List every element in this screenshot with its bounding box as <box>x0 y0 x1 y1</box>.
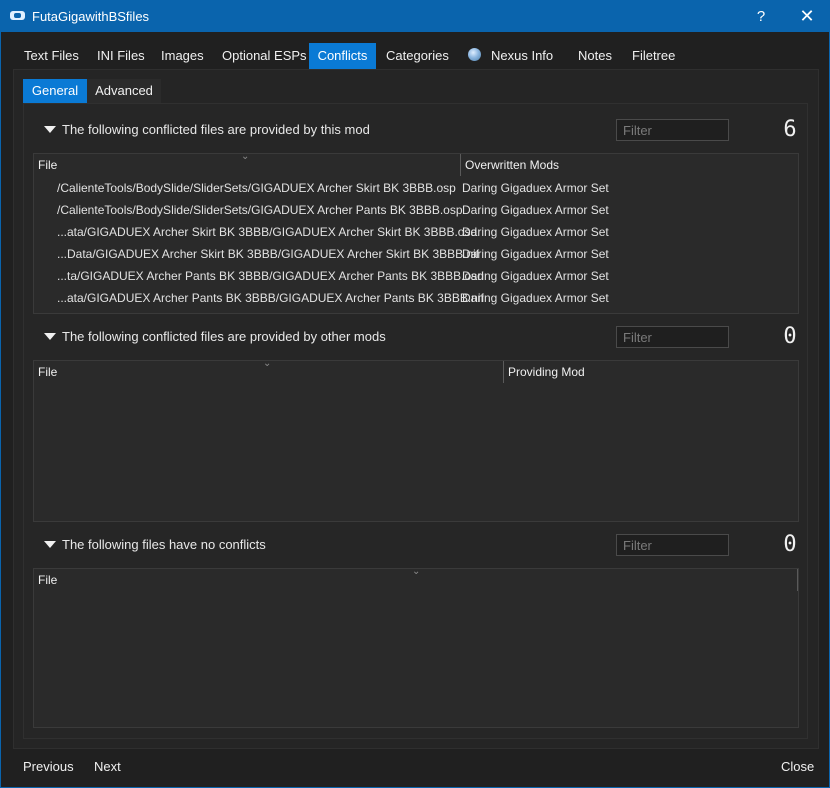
no-conflicts-table[interactable]: File ⌄ <box>33 566 799 728</box>
close-button[interactable]: Close <box>781 757 814 777</box>
file-cell: /CalienteTools/BodySlide/SliderSets/GIGA… <box>57 181 456 195</box>
tab-images[interactable]: Images <box>161 43 204 69</box>
no-conflicts-table-header: File ⌄ <box>34 566 798 591</box>
mod-cell: Daring Gigaduex Armor Set <box>462 269 609 283</box>
table-row[interactable]: ...ata/GIGADUEX Archer Skirt BK 3BBB/GIG… <box>34 221 798 243</box>
provided-filter-input[interactable] <box>616 119 729 141</box>
mod-cell: Daring Gigaduex Armor Set <box>462 225 609 239</box>
table-row[interactable]: ...ta/GIGADUEX Archer Pants BK 3BBB/GIGA… <box>34 265 798 287</box>
globe-icon <box>468 48 481 61</box>
provided-table[interactable]: File ⌄ Overwritten Mods /CalienteTools/B… <box>33 151 799 314</box>
column-providing-mod[interactable]: Providing Mod <box>503 361 798 383</box>
mod-cell: Daring Gigaduex Armor Set <box>462 203 609 217</box>
other-table[interactable]: File ⌄ Providing Mod <box>33 358 799 522</box>
tab-ini-files[interactable]: INI Files <box>97 43 145 69</box>
other-table-header: File ⌄ Providing Mod <box>34 358 798 383</box>
tab-conflicts[interactable]: Conflicts <box>309 43 376 69</box>
previous-button[interactable]: Previous <box>23 757 74 777</box>
table-row[interactable]: /CalienteTools/BodySlide/SliderSets/GIGA… <box>34 199 798 221</box>
next-button[interactable]: Next <box>94 757 121 777</box>
tab-nexus-info[interactable]: Nexus Info <box>491 43 553 69</box>
column-overwritten-mods[interactable]: Overwritten Mods <box>460 154 798 176</box>
mod-cell: Daring Gigaduex Armor Set <box>462 291 609 305</box>
subtab-advanced[interactable]: Advanced <box>87 79 161 103</box>
app-icon <box>10 11 25 20</box>
tab-notes[interactable]: Notes <box>578 43 612 69</box>
window-title: FutaGigawithBSfiles <box>32 9 150 24</box>
provided-section-title: The following conflicted files are provi… <box>62 122 370 137</box>
file-cell: ...ta/GIGADUEX Archer Pants BK 3BBB/GIGA… <box>57 269 484 283</box>
tab-filetree[interactable]: Filetree <box>632 43 675 69</box>
table-row[interactable]: ...Data/GIGADUEX Archer Skirt BK 3BBB/GI… <box>34 243 798 265</box>
sort-indicator-icon: ⌄ <box>263 358 272 369</box>
file-cell: ...ata/GIGADUEX Archer Pants BK 3BBB/GIG… <box>57 291 484 305</box>
close-window-button[interactable]: ✕ <box>784 1 830 32</box>
other-section-toggle[interactable]: The following conflicted files are provi… <box>44 327 386 347</box>
mod-info-dialog: FutaGigawithBSfiles ? ✕ Text Files INI F… <box>0 0 830 788</box>
tab-text-files[interactable]: Text Files <box>24 43 79 69</box>
mod-cell: Daring Gigaduex Armor Set <box>462 181 609 195</box>
title-bar: FutaGigawithBSfiles ? ✕ <box>1 1 829 32</box>
sort-indicator-icon: ⌄ <box>412 566 421 577</box>
provided-count: 6 <box>783 117 797 142</box>
other-section-title: The following conflicted files are provi… <box>62 329 386 344</box>
table-row[interactable]: ...ata/GIGADUEX Archer Pants BK 3BBB/GIG… <box>34 287 798 309</box>
collapse-arrow-icon <box>44 332 56 340</box>
collapse-arrow-icon <box>44 125 56 133</box>
other-filter-input[interactable] <box>616 326 729 348</box>
file-cell: ...ata/GIGADUEX Archer Skirt BK 3BBB/GIG… <box>57 225 478 239</box>
help-button[interactable]: ? <box>738 1 784 32</box>
provided-table-header: File ⌄ Overwritten Mods <box>34 151 798 176</box>
provided-section-toggle[interactable]: The following conflicted files are provi… <box>44 120 370 140</box>
tab-categories[interactable]: Categories <box>386 43 449 69</box>
subtab-general[interactable]: General <box>23 79 87 103</box>
collapse-arrow-icon <box>44 540 56 548</box>
file-cell: ...Data/GIGADUEX Archer Skirt BK 3BBB/GI… <box>57 247 480 261</box>
sort-indicator-icon: ⌄ <box>241 151 250 162</box>
mod-cell: Daring Gigaduex Armor Set <box>462 247 609 261</box>
other-count: 0 <box>783 324 797 349</box>
none-section-toggle[interactable]: The following files have no conflicts <box>44 535 266 555</box>
none-count: 0 <box>783 532 797 557</box>
none-filter-input[interactable] <box>616 534 729 556</box>
file-cell: /CalienteTools/BodySlide/SliderSets/GIGA… <box>57 203 463 217</box>
none-section-title: The following files have no conflicts <box>62 537 266 552</box>
tab-optional-esps[interactable]: Optional ESPs <box>222 43 307 69</box>
table-row[interactable]: /CalienteTools/BodySlide/SliderSets/GIGA… <box>34 177 798 199</box>
